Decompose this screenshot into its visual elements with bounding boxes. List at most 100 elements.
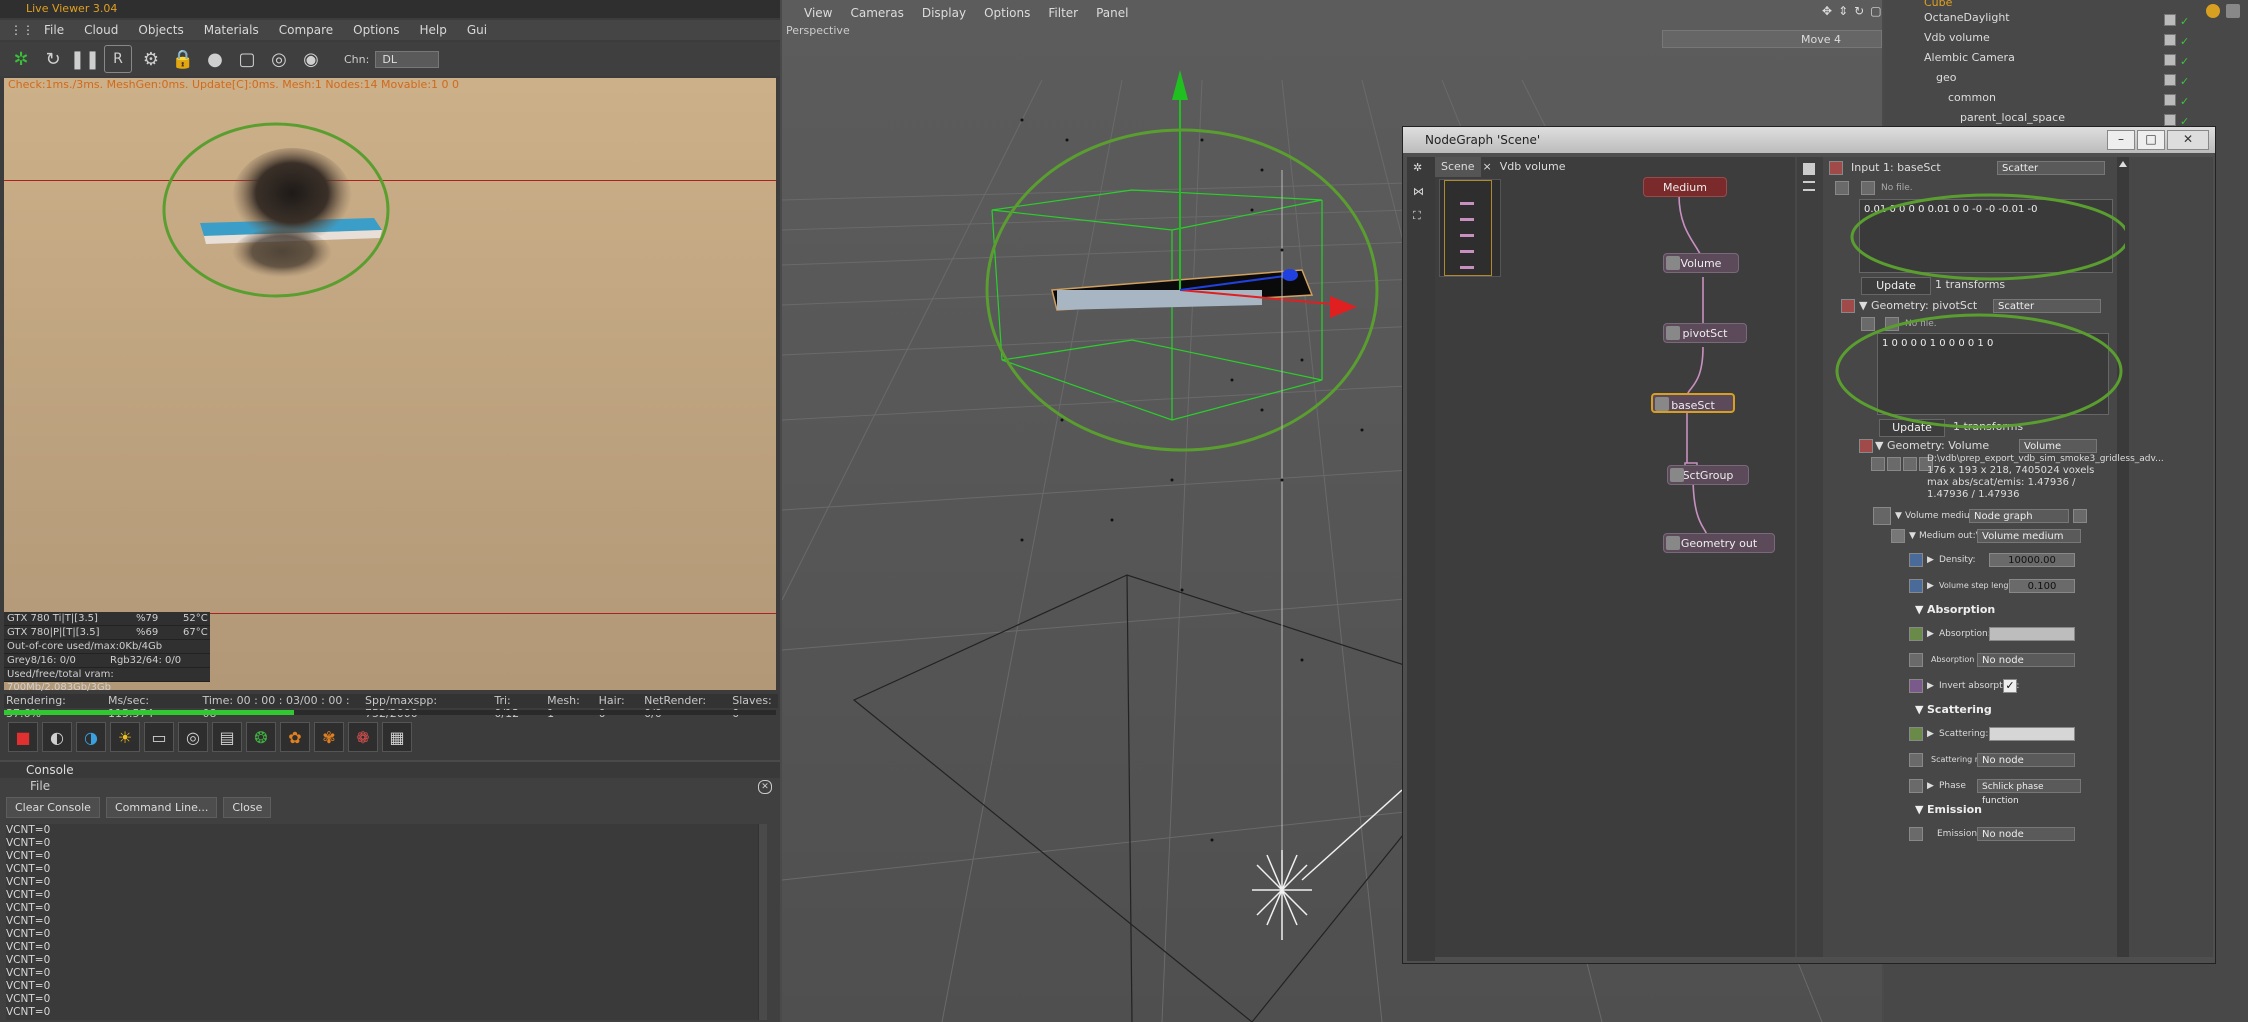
clear-console-button[interactable]: Clear Console [6, 796, 100, 818]
maximize-view-icon[interactable]: ▢ [1870, 4, 1881, 18]
rotate-view-icon[interactable]: ↻ [1854, 4, 1864, 18]
settings-gear-icon[interactable]: ⚙ [138, 46, 164, 72]
visibility-toggle[interactable] [2164, 114, 2176, 126]
node-geometry-out[interactable]: Geometry out [1663, 533, 1775, 553]
region-render-icon[interactable]: R [104, 45, 132, 73]
close-icon[interactable]: ✕ [2167, 130, 2209, 150]
medium-out-toggle[interactable] [1891, 529, 1905, 543]
camera-icon[interactable]: ■ [8, 722, 38, 752]
expand-arrow-icon[interactable]: ▶ [1927, 577, 1934, 595]
move-view-icon[interactable]: ✥ [1822, 4, 1832, 18]
visibility-toggle[interactable] [2164, 54, 2176, 66]
node-pivotsct[interactable]: pivotSct [1663, 323, 1747, 343]
menu-objects[interactable]: Objects [138, 23, 183, 37]
menu-help[interactable]: Help [419, 23, 446, 37]
visibility-toggle[interactable] [2164, 74, 2176, 86]
cycle-icon[interactable]: ❂ [246, 722, 276, 752]
scatter-icon[interactable]: ✿ [280, 722, 310, 752]
menu-gui[interactable]: Gui [467, 23, 487, 37]
command-line-button[interactable]: Command Line... [105, 796, 218, 818]
zoom-view-icon[interactable]: ⇕ [1838, 4, 1848, 18]
expand-arrow-icon[interactable]: ▶ [1927, 551, 1934, 569]
minimize-icon[interactable]: – [2107, 130, 2135, 150]
object-tag-icon[interactable]: ✾ [314, 722, 344, 752]
close-console-button[interactable]: Close [223, 796, 272, 818]
sun-icon[interactable]: ☀ [110, 722, 140, 752]
node-basesct[interactable]: baseSct [1651, 393, 1735, 413]
visibility-toggle[interactable] [2164, 34, 2176, 46]
object-item[interactable]: parent_local_space [1960, 111, 2065, 125]
scattering-section[interactable]: Scattering [1927, 703, 1992, 716]
z-axis-arrow[interactable] [1282, 269, 1298, 281]
node-graph-canvas-area[interactable]: ✲ ⋈ ⛶ Scene × Vdb volume Medium Volume p… [1407, 157, 1795, 961]
volume-step-field[interactable]: 0.100 [2009, 579, 2075, 593]
pick-focus-icon[interactable]: ◎ [266, 46, 292, 72]
node-sctgroup[interactable]: SctGroup [1667, 465, 1749, 485]
node-medium[interactable]: Medium [1643, 177, 1727, 197]
layout-icon[interactable]: ▦ [382, 722, 412, 752]
scattering-section-arrow[interactable]: ▼ [1915, 703, 1923, 716]
visibility-toggle[interactable] [2164, 14, 2176, 26]
object-item[interactable]: common [1948, 91, 1996, 105]
menu-panel[interactable]: Panel [1096, 6, 1128, 20]
menu-materials[interactable]: Materials [204, 23, 259, 37]
emission-select[interactable]: No node [1977, 827, 2075, 841]
medium-out-type-select[interactable]: Volume medium [1977, 529, 2081, 543]
expand-arrow-icon[interactable]: ▶ [1927, 625, 1934, 643]
area-light-icon[interactable]: ▭ [144, 722, 174, 752]
lock-icon[interactable]: 🔒 [170, 46, 196, 72]
invert-absorption-checkbox[interactable]: ✓ [2003, 679, 2017, 693]
texture-icon[interactable]: ▤ [212, 722, 242, 752]
console-scrollbar[interactable] [758, 824, 767, 1020]
restart-icon[interactable]: ↻ [40, 46, 66, 72]
half-circle-icon[interactable]: ◐ [42, 722, 72, 752]
half-circle-blue-icon[interactable]: ◑ [76, 722, 106, 752]
scattering-color-swatch[interactable] [1989, 727, 2075, 741]
expand-arrow-icon[interactable]: ▶ [1927, 677, 1934, 695]
expand-arrow-icon[interactable]: ▶ [1927, 777, 1934, 795]
maximize-icon[interactable]: □ [2137, 130, 2165, 150]
emission-section-arrow[interactable]: ▼ [1915, 803, 1923, 816]
visibility-toggle[interactable] [2164, 94, 2176, 106]
phase-select[interactable]: Schlick phase function [1977, 779, 2081, 806]
object-item[interactable]: Vdb volume [1924, 31, 1990, 45]
light-tag-icon[interactable] [2206, 4, 2220, 18]
density-field[interactable]: 10000.00 [1989, 553, 2075, 567]
menu-display[interactable]: Display [922, 6, 966, 20]
inspector-icon[interactable] [1803, 163, 1815, 175]
absorption-section-arrow[interactable]: ▼ [1915, 603, 1923, 616]
x-axis-arrow[interactable] [1330, 296, 1357, 318]
menu-file[interactable]: File [44, 23, 64, 37]
absorption-section[interactable]: Absorption [1927, 603, 1995, 616]
target-icon[interactable]: ◎ [178, 722, 208, 752]
lifebuoy-icon[interactable]: ❁ [348, 722, 378, 752]
menu-compare[interactable]: Compare [279, 23, 333, 37]
octane-logo-icon[interactable]: ✲ [8, 46, 34, 72]
render-view[interactable] [4, 78, 776, 690]
object-item[interactable]: geo [1936, 71, 1956, 85]
menu-cameras[interactable]: Cameras [850, 6, 903, 20]
menu-cloud[interactable]: Cloud [84, 23, 118, 37]
menu-options[interactable]: Options [353, 23, 399, 37]
collapse-arrow-icon[interactable]: ▼ [1909, 527, 1916, 545]
absorption-ramp-select[interactable]: No node [1977, 653, 2075, 667]
channel-select[interactable]: DL [375, 50, 440, 68]
object-item[interactable]: OctaneDaylight [1924, 11, 2010, 25]
y-axis-arrow[interactable] [1172, 70, 1188, 100]
tag-icon[interactable] [2226, 4, 2240, 18]
pick-material-icon[interactable]: ◉ [298, 46, 324, 72]
console-file-menu[interactable]: File [0, 778, 780, 794]
pause-icon[interactable]: ❚❚ [70, 46, 100, 72]
material-ball-icon[interactable]: ● [202, 46, 228, 72]
menu-filter[interactable]: Filter [1048, 6, 1078, 20]
expand-arrow-icon[interactable]: ▶ [1927, 725, 1934, 743]
scattering-ramp-select[interactable]: No node [1977, 753, 2075, 767]
menu-options[interactable]: Options [984, 6, 1030, 20]
close-icon[interactable]: ✕ [758, 780, 772, 794]
menu-view[interactable]: View [804, 6, 832, 20]
node-volume[interactable]: Volume [1663, 253, 1739, 273]
console-log[interactable]: VCNT=0 VCNT=0 VCNT=0 VCNT=0 VCNT=0 VCNT=0 VCNT… [6, 824, 766, 1020]
list-icon[interactable] [1803, 181, 1815, 191]
object-item[interactable]: Cube [1924, 0, 1952, 10]
absorption-color-swatch[interactable] [1989, 627, 2075, 641]
